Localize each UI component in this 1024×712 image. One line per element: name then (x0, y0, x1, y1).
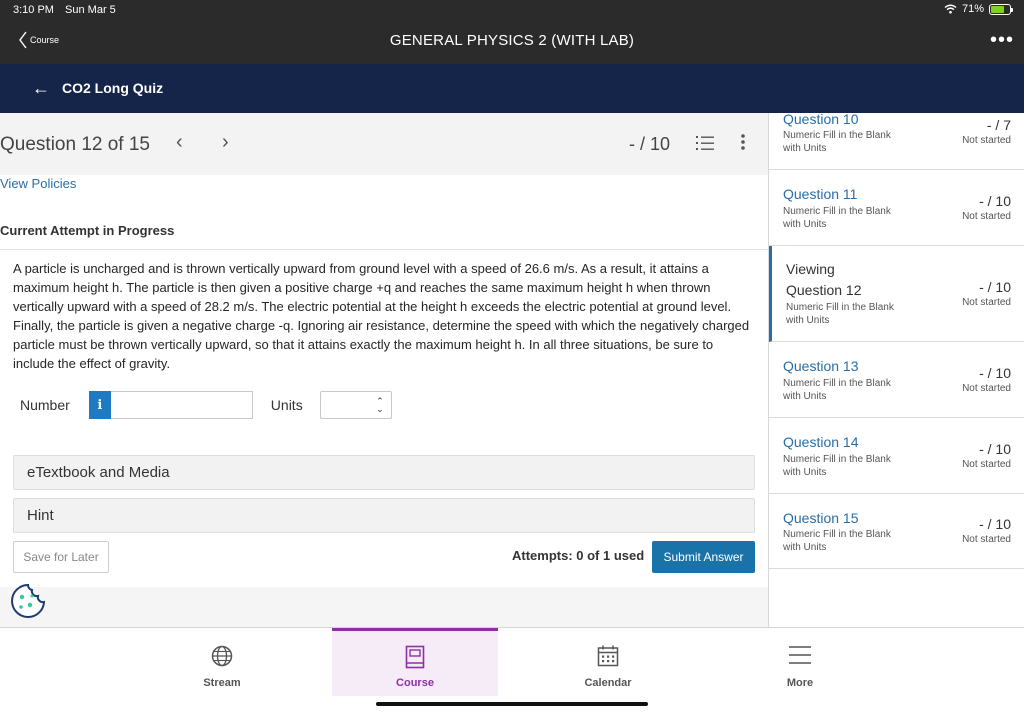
sidebar-item-title: Question 11 (783, 186, 858, 202)
tab-course[interactable]: Course (332, 628, 498, 696)
info-icon[interactable]: i (88, 391, 111, 419)
sidebar-item-status: Not started (962, 135, 1011, 146)
sidebar-item-question-11[interactable]: Question 11 Numeric Fill in the Blank wi… (769, 170, 1024, 246)
app-bar: Course GENERAL PHYSICS 2 (WITH LAB) ••• (0, 20, 1024, 64)
sidebar-item-title: Question 12 (786, 282, 862, 298)
sidebar-item-points: - / 10 (979, 193, 1011, 209)
sidebar-item-points: - / 10 (979, 279, 1011, 295)
sidebar-item-type: Numeric Fill in the Blank with Units (783, 130, 891, 154)
sidebar-item-status: Not started (962, 459, 1011, 470)
arrow-left-icon[interactable]: ← (32, 78, 50, 99)
tab-more[interactable]: More (717, 628, 883, 696)
number-label: Number (20, 397, 70, 413)
calendar-icon (597, 645, 619, 667)
sidebar-item-type: Numeric Fill in the Blank with Units (783, 378, 891, 402)
tab-calendar[interactable]: Calendar (525, 628, 691, 696)
sidebar-item-points: - / 7 (986, 117, 1011, 133)
answer-row: Number i Units ⌃ ⌄ (20, 391, 392, 419)
sidebar-item-viewing: Viewing (786, 261, 835, 277)
question-score: - / 10 (629, 134, 671, 154)
tab-label: More (786, 677, 814, 689)
bottom-tab-bar: Stream Course Calendar More (0, 627, 1024, 712)
sidebar-item-status: Not started (962, 383, 1011, 394)
sidebar-item-type: Numeric Fill in the Blank with Units (783, 454, 891, 478)
attempts-count: Attempts: 0 of 1 used (512, 548, 645, 563)
sidebar-item-type: Numeric Fill in the Blank with Units (783, 206, 891, 230)
more-options-button[interactable]: ••• (990, 29, 1014, 52)
units-select[interactable]: ⌃ ⌄ (319, 391, 392, 419)
sidebar-item-points: - / 10 (979, 365, 1011, 381)
sidebar-item-title: Question 10 (783, 111, 859, 127)
sidebar-item-title: Question 14 (783, 434, 859, 450)
footer-area (0, 587, 768, 627)
save-for-later-button[interactable]: Save for Later (13, 541, 109, 573)
sidebar-item-type: Numeric Fill in the Blank with Units (783, 529, 891, 553)
kebab-menu-icon[interactable] (740, 133, 746, 151)
cookie-icon[interactable] (10, 583, 46, 619)
status-date: Sun Mar 5 (65, 4, 116, 16)
wifi-icon (944, 4, 957, 14)
sidebar-item-points: - / 10 (979, 441, 1011, 457)
battery-icon (989, 3, 1013, 15)
sidebar-item-status: Not started (962, 297, 1011, 308)
book-icon (405, 645, 425, 669)
attempt-heading: Current Attempt in Progress (0, 223, 175, 238)
sidebar-item-status: Not started (962, 211, 1011, 222)
sidebar-item-type: Numeric Fill in the Blank with Units (786, 302, 894, 326)
question-list-icon[interactable] (696, 135, 714, 151)
sidebar-item-question-13[interactable]: Question 13 Numeric Fill in the Blank wi… (769, 342, 1024, 418)
next-question-button[interactable]: › (222, 131, 229, 154)
sidebar-item-title: Question 13 (783, 358, 859, 374)
etextbook-panel[interactable]: eTextbook and Media (13, 455, 755, 490)
question-text: A particle is uncharged and is thrown ve… (13, 261, 750, 371)
assignment-title: CO2 Long Quiz (62, 80, 164, 96)
course-title: GENERAL PHYSICS 2 (WITH LAB) (389, 32, 635, 49)
units-label: Units (270, 397, 303, 413)
sidebar-item-question-15[interactable]: Question 15 Numeric Fill in the Blank wi… (769, 494, 1024, 569)
question-counter: Question 12 of 15 (0, 134, 150, 155)
menu-icon (789, 646, 811, 664)
globe-icon (211, 645, 233, 667)
divider (0, 249, 768, 250)
home-indicator[interactable] (376, 702, 648, 706)
question-pane: Question 12 of 15 ‹ › - / 10 View Polici… (0, 113, 768, 627)
sidebar-item-question-12[interactable]: Viewing Question 12 Numeric Fill in the … (769, 246, 1024, 342)
submit-answer-button[interactable]: Submit Answer (652, 541, 755, 573)
battery-percent: 71% (961, 3, 984, 15)
previous-question-button[interactable]: ‹ (176, 131, 183, 154)
sidebar-item-points: - / 10 (979, 516, 1011, 532)
question-toolbar: Question 12 of 15 ‹ › - / 10 (0, 113, 768, 175)
sidebar-item-question-10[interactable]: Question 10 Numeric Fill in the Blank wi… (769, 105, 1024, 170)
tab-stream[interactable]: Stream (139, 628, 305, 696)
tab-label: Course (396, 677, 434, 689)
status-time: 3:10 PM (13, 4, 54, 16)
status-bar: 3:10 PM Sun Mar 5 71% (0, 0, 1024, 20)
sidebar-item-status: Not started (962, 534, 1011, 545)
hint-panel[interactable]: Hint (13, 498, 755, 533)
number-input[interactable] (110, 391, 253, 419)
tab-label: Stream (203, 677, 241, 689)
view-policies-link[interactable]: View Policies (0, 176, 76, 191)
question-list-sidebar: Question 10 Numeric Fill in the Blank wi… (768, 111, 1024, 627)
tab-label: Calendar (584, 677, 632, 689)
select-caret-icon: ⌃ ⌄ (376, 396, 384, 414)
sidebar-item-title: Question 15 (783, 510, 859, 526)
sidebar-item-question-14[interactable]: Question 14 Numeric Fill in the Blank wi… (769, 418, 1024, 494)
